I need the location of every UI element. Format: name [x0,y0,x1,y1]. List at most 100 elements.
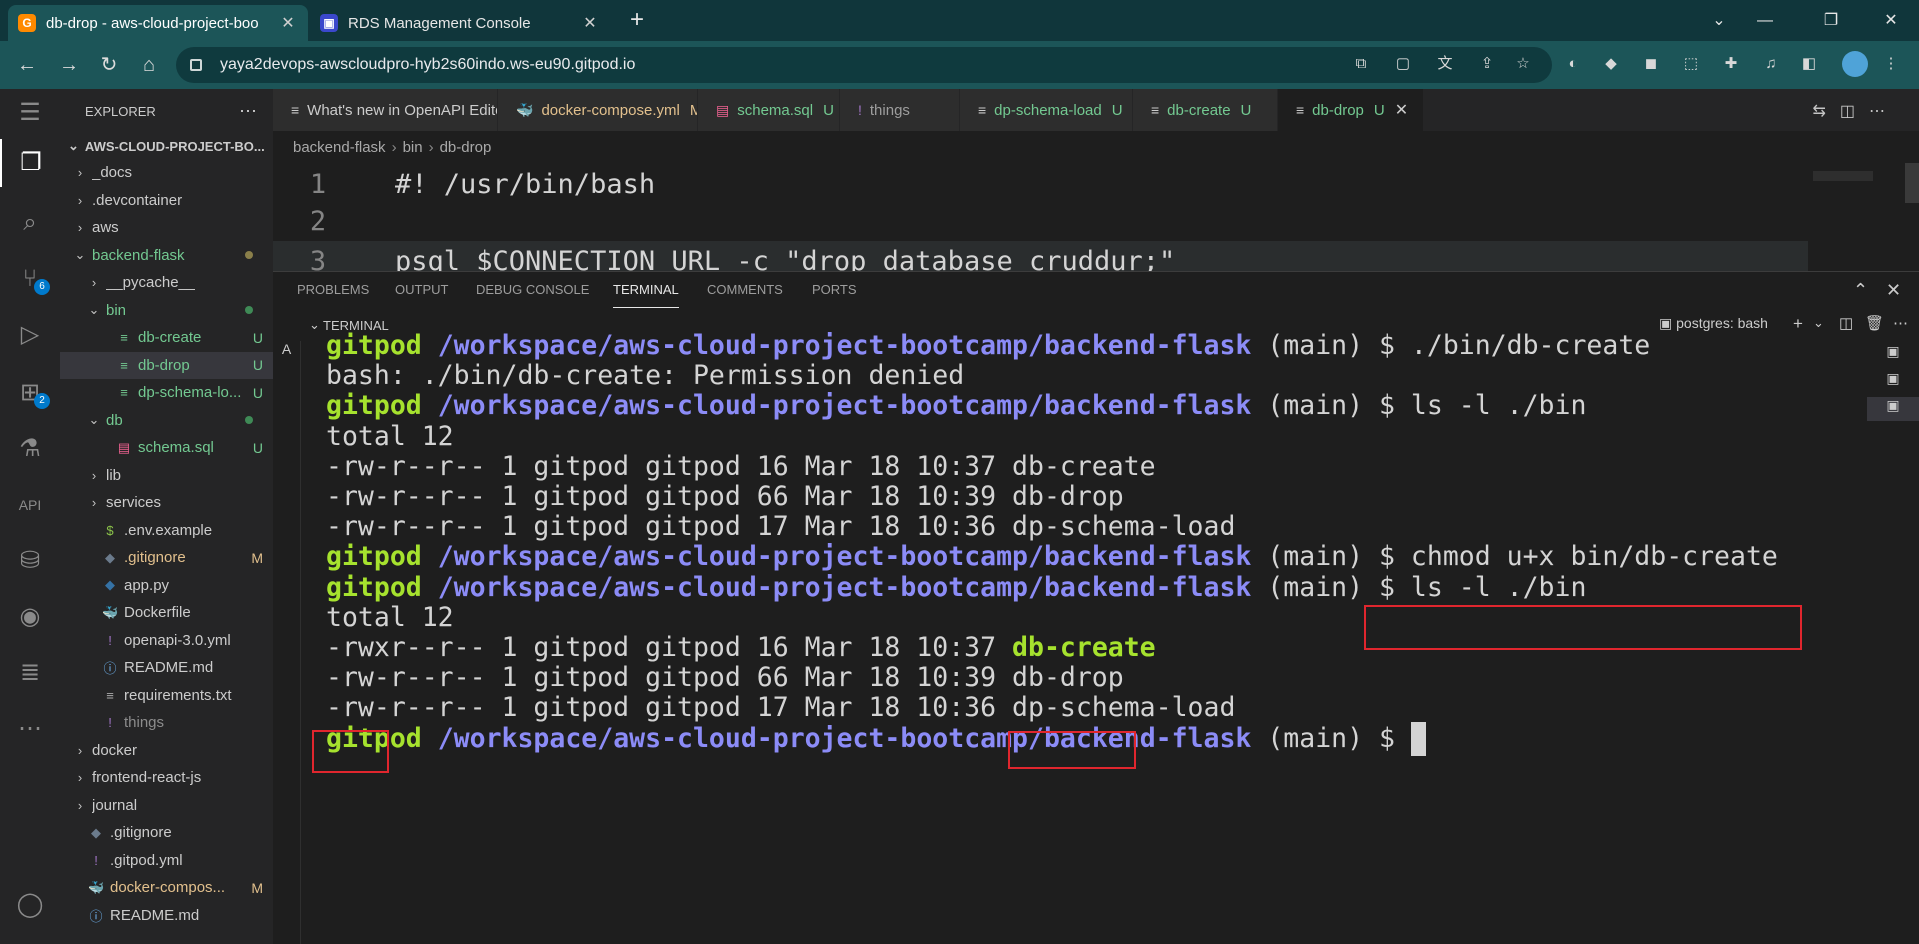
tab-ports[interactable]: PORTS [812,282,857,308]
search-icon[interactable]: ⌕ [0,199,60,247]
terminal-list-item[interactable]: ▣ [1867,397,1919,421]
close-tab-icon[interactable]: ✕ [580,13,600,33]
extension-a-icon[interactable]: ◐ [1562,53,1584,75]
tab-terminal[interactable]: TERMINAL [613,282,679,308]
file-item[interactable]: 🐳 docker-compos... M [60,874,273,902]
file-item[interactable]: ! openapi-3.0.yml [60,627,273,655]
split-terminal-icon[interactable]: ◫ [1839,314,1853,332]
explorer-more-icon[interactable]: ⋯ [239,101,257,122]
folder-item[interactable]: › docker [60,737,273,765]
editor-tab[interactable]: ≡ db-create U [1133,89,1278,131]
file-item[interactable]: ! .gitpod.yml [60,847,273,875]
bookmark-star-icon[interactable]: ☆ [1512,53,1534,75]
reload-button[interactable]: ↻ [94,50,124,80]
close-tab-icon[interactable]: ✕ [278,13,298,33]
database-icon[interactable]: ⛁ [0,537,60,585]
extensions-puzzle-icon[interactable]: ✚ [1720,53,1742,75]
folder-item[interactable]: › frontend-react-js [60,764,273,792]
tab-problems[interactable]: PROBLEMS [297,282,369,308]
browser-tab-rds[interactable]: ▣ RDS Management Console ✕ [310,5,610,41]
split-editor-icon[interactable]: ◫ [1840,103,1869,120]
browser-menu-icon[interactable]: ⋮ [1880,53,1902,75]
editor-tab[interactable]: ≡ db-drop U ✕ [1278,89,1424,131]
folder-item[interactable]: › aws [60,214,273,242]
editor-scrollbar[interactable] [1905,163,1919,203]
popup-blocked-icon[interactable]: ⧉ [1350,53,1372,75]
azure-icon[interactable]: A [273,341,300,357]
compare-changes-icon[interactable]: ⇆ [1812,103,1839,120]
file-item[interactable]: ≡ db-drop U [60,351,273,379]
clipboard-icon[interactable]: ▢ [1392,53,1414,75]
file-item[interactable]: ◆ .gitignore M [60,544,273,572]
file-item[interactable]: 🐳 Dockerfile [60,599,273,627]
folder-item[interactable]: ⌄ db [60,407,273,435]
breadcrumb-item[interactable]: backend-flask [293,139,386,156]
media-control-icon[interactable]: ♫ [1760,53,1782,75]
tab-output[interactable]: OUTPUT [395,282,448,308]
translate-icon[interactable]: 文 [1434,53,1456,75]
terminal-more-icon[interactable]: ⋯ [1893,314,1908,332]
editor-tab[interactable]: ≡ dp-schema-load U [960,89,1133,131]
screenshot-icon[interactable]: ⬚ [1680,53,1702,75]
breadcrumb-item[interactable]: bin [403,139,423,156]
folder-item[interactable]: › services [60,489,273,517]
file-item[interactable]: ≡ requirements.txt [60,682,273,710]
editor-tab[interactable]: ! things [840,89,960,131]
back-button[interactable]: ← [12,50,42,80]
folder-item[interactable]: › .devcontainer [60,187,273,215]
folder-item[interactable]: ⌄ backend-flask [60,242,273,270]
chevron-down-icon[interactable]: ⌄ [309,317,320,333]
breadcrumb-item[interactable]: db-drop [440,139,492,156]
editor-tab[interactable]: ▤ schema.sql U [698,89,840,131]
menu-icon[interactable]: ☰ [0,89,60,137]
file-item[interactable]: ! things [60,709,273,737]
close-window-button[interactable]: ✕ [1868,6,1914,36]
new-terminal-icon[interactable]: + [1793,314,1803,334]
new-tab-button[interactable]: + [622,6,652,36]
maximize-button[interactable]: ❐ [1808,6,1854,36]
terminal-list-item[interactable]: ▣ [1867,370,1919,394]
folder-item[interactable]: › _docs [60,159,273,187]
source-control-icon[interactable]: ⑂ 6 [0,255,60,303]
close-panel-icon[interactable]: ✕ [1886,280,1901,301]
minimize-button[interactable]: — [1742,6,1788,36]
editor-more-icon[interactable]: ⋯ [1869,103,1899,120]
close-tab-icon[interactable]: ✕ [1395,100,1408,120]
github-icon[interactable]: ◉ [0,593,60,641]
tab-search-icon[interactable]: ⌄ [1696,6,1742,36]
workspace-root[interactable]: ⌄ AWS-CLOUD-PROJECT-BO... [60,133,273,159]
kill-terminal-icon[interactable]: 🗑 [1865,314,1884,332]
terminal-instance[interactable]: ▣ postgres: bash [1659,315,1768,332]
terminal-list-item[interactable]: ▣ [1867,343,1919,367]
folder-item[interactable]: › __pycache__ [60,269,273,297]
file-item[interactable]: ▤ schema.sql U [60,434,273,462]
browser-tab-db-drop[interactable]: G db-drop - aws-cloud-project-boo ✕ [8,5,308,41]
openapi-icon[interactable]: API [0,481,60,529]
file-item[interactable]: ◆ .gitignore [60,819,273,847]
chevron-down-icon[interactable]: ⌄ [1813,315,1824,331]
share-icon[interactable]: ⇪ [1476,53,1498,75]
file-item[interactable]: ◆ app.py [60,572,273,600]
extensions-icon[interactable]: ⊞ 2 [0,369,60,417]
file-item[interactable]: $ .env.example [60,517,273,545]
run-debug-icon[interactable]: ▷ [0,311,60,359]
folder-item[interactable]: ⌄ bin [60,297,273,325]
docker-icon[interactable]: ≣ [0,649,60,697]
editor-tab[interactable]: ≡ What's new in OpenAPI Editor [273,89,498,131]
file-item[interactable]: ≡ db-create U [60,324,273,352]
side-panel-icon[interactable]: ◧ [1798,53,1820,75]
home-button[interactable]: ⌂ [134,50,164,80]
address-bar[interactable]: yaya2devops-awscloudpro-hyb2s60indo.ws-e… [176,47,1552,83]
file-item[interactable]: ≡ dp-schema-lo... U [60,379,273,407]
testing-icon[interactable]: ⚗ [0,425,60,473]
tab-debug-console[interactable]: DEBUG CONSOLE [476,282,589,308]
editor-tab[interactable]: 🐳 docker-compose.yml M [498,89,698,131]
extension-c-icon[interactable]: ◼ [1640,53,1662,75]
account-icon[interactable]: ◯ [0,881,60,929]
file-item[interactable]: ⓘ README.md [60,902,273,930]
folder-item[interactable]: › lib [60,462,273,490]
code-editor[interactable]: 1 #! /usr/bin/bash 2 3 psql $CONNECTION_… [273,163,1919,271]
terminal-output[interactable]: gitpod /workspace/aws-cloud-project-boot… [302,330,1867,944]
explorer-icon[interactable]: ❐ [0,139,60,187]
file-item[interactable]: ⓘ README.md [60,654,273,682]
